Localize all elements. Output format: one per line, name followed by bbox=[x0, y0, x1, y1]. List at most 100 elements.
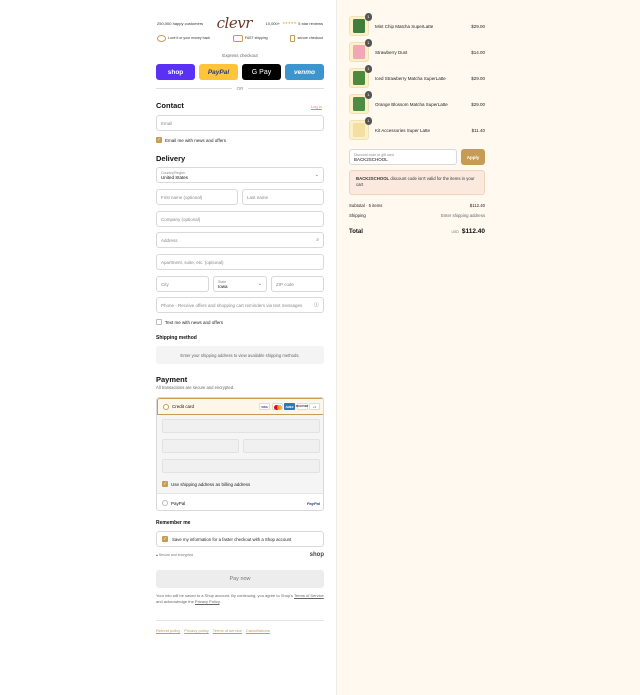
city-field[interactable]: City bbox=[156, 276, 209, 292]
reviews-summary: 10,000+ ★★★★★ 5 star reviews bbox=[266, 21, 323, 26]
chevron-down-icon: ⌄ bbox=[257, 281, 262, 287]
shipping-label: Shipping bbox=[349, 213, 366, 218]
shipping-value: Enter shipping address bbox=[441, 213, 485, 218]
paypal-option[interactable]: PayPal PayPal bbox=[157, 493, 323, 510]
secure-badge: secure checkout bbox=[290, 34, 323, 42]
product-image bbox=[353, 71, 365, 85]
product-image bbox=[353, 45, 365, 59]
total-amount: USD $112.40 bbox=[451, 228, 485, 235]
first-name-field[interactable]: First name (optional) bbox=[156, 189, 238, 205]
brand-logo[interactable]: clevr bbox=[217, 14, 253, 32]
shop-pay-button[interactable]: shop bbox=[156, 64, 195, 80]
item-price: $11.40 bbox=[471, 127, 485, 133]
refund-policy-link[interactable]: Refund policy bbox=[156, 628, 180, 633]
country-select[interactable]: Country/Region United States ⌄ bbox=[156, 167, 324, 183]
terms-link[interactable]: Terms of Service bbox=[294, 593, 324, 598]
privacy-policy-link[interactable]: Privacy policy bbox=[184, 628, 208, 633]
checkmark-icon[interactable]: ✓ bbox=[162, 536, 168, 542]
last-name-field[interactable]: Last name bbox=[242, 189, 324, 205]
state-select[interactable]: State Iowa ⌄ bbox=[213, 276, 267, 292]
quantity-badge: 1 bbox=[364, 91, 372, 99]
expiration-field[interactable] bbox=[162, 439, 239, 453]
apply-discount-button[interactable]: Apply bbox=[461, 149, 485, 165]
checkmark-icon[interactable]: ✓ bbox=[162, 481, 168, 487]
secure-badge-text: secure checkout bbox=[297, 36, 323, 40]
total-row: Total USD $112.40 bbox=[349, 228, 485, 235]
customers-count: 250,000 happy customers bbox=[157, 20, 204, 26]
remember-me-heading: Remember me bbox=[156, 520, 191, 526]
quantity-badge: 1 bbox=[364, 13, 372, 21]
reviews-label: 5 star reviews bbox=[298, 20, 323, 26]
total-label: Total bbox=[349, 228, 363, 235]
product-thumbnail: 1 bbox=[349, 39, 372, 62]
radio-unselected-icon[interactable] bbox=[162, 500, 168, 506]
email-field[interactable]: Email bbox=[156, 115, 324, 131]
heart-icon bbox=[157, 34, 166, 42]
visa-icon: VISA bbox=[259, 403, 270, 410]
radio-selected-icon[interactable] bbox=[163, 403, 169, 410]
footer-links: Refund policy Privacy policy Terms of se… bbox=[156, 628, 270, 633]
venmo-button[interactable]: venmo bbox=[285, 64, 324, 80]
name-on-card-field[interactable] bbox=[162, 459, 320, 473]
paypal-button[interactable]: PayPal bbox=[199, 64, 238, 80]
checkmark-icon[interactable]: ✓ bbox=[156, 137, 162, 143]
zip-field[interactable]: ZIP code bbox=[271, 276, 324, 292]
apartment-field[interactable]: Apartment, suite, etc. (optional) bbox=[156, 254, 324, 270]
paypal-logo-icon: PayPal bbox=[306, 500, 320, 506]
discount-value: BACK2SCHOOL bbox=[354, 156, 388, 162]
credit-card-form: ✓ Use shipping address as billing addres… bbox=[157, 415, 323, 493]
secure-text: Secure and encrypted bbox=[158, 552, 194, 557]
company-field[interactable]: Company (optional) bbox=[156, 211, 324, 227]
legal-line: Your info will be saved to a Shop accoun… bbox=[156, 593, 293, 598]
privacy-link[interactable]: Privacy Policy bbox=[195, 599, 220, 604]
secure-row: 🔒︎ Secure and encrypted shop bbox=[156, 550, 324, 559]
cancellations-link[interactable]: Cancellations bbox=[246, 628, 270, 633]
country-value: United States bbox=[161, 174, 189, 180]
or-text: OR bbox=[236, 85, 244, 91]
item-name: Kit Accessories Super Latte bbox=[375, 127, 431, 133]
subtotal-label: Subtotal · 5 items bbox=[349, 203, 383, 208]
delivery-heading: Delivery bbox=[156, 154, 186, 163]
cart-item: 1 Orange Blossom Matcha SuperLatte $29.0… bbox=[349, 91, 485, 114]
state-value: Iowa bbox=[218, 283, 228, 289]
legal-end: . bbox=[219, 598, 221, 604]
item-price: $29.00 bbox=[471, 75, 485, 81]
legal-text: Your info will be saved to a Shop accoun… bbox=[156, 593, 324, 604]
credit-card-option[interactable]: Credit card VISA AMEX DISCOVER +4 bbox=[157, 398, 323, 415]
quantity-badge: 1 bbox=[364, 65, 372, 73]
security-code-field[interactable] bbox=[243, 439, 320, 453]
footer-divider bbox=[156, 620, 324, 621]
product-image bbox=[353, 19, 365, 33]
credit-card-label: Credit card bbox=[172, 404, 195, 409]
currency-code: USD bbox=[451, 230, 459, 234]
help-icon[interactable]: ⓘ bbox=[314, 302, 319, 309]
remember-me-option[interactable]: ✓ Save my information for a faster check… bbox=[156, 531, 324, 547]
divider-line bbox=[248, 87, 324, 89]
shipping-badge: FAST shipping bbox=[232, 34, 268, 42]
card-number-field[interactable] bbox=[162, 419, 320, 433]
shipping-notice: Enter your shipping address to view avai… bbox=[156, 346, 324, 364]
address-field[interactable]: Address ⌕ bbox=[156, 232, 324, 248]
item-name: Iced Strawberry Matcha SuperLatte bbox=[375, 75, 446, 81]
search-icon: ⌕ bbox=[316, 237, 319, 243]
text-news-checkbox-row[interactable]: Text me with news and offers bbox=[156, 318, 223, 326]
pay-now-button[interactable]: Pay now bbox=[156, 570, 324, 588]
checkbox-icon[interactable] bbox=[156, 319, 162, 325]
item-price: $14.00 bbox=[471, 49, 485, 55]
discount-error-message: BACK2SCHOOL discount code isn't valid fo… bbox=[349, 170, 485, 195]
quantity-badge: 1 bbox=[364, 117, 372, 125]
terms-of-service-link[interactable]: Terms of service bbox=[213, 628, 242, 633]
billing-same-checkbox-row[interactable]: ✓ Use shipping address as billing addres… bbox=[162, 480, 250, 488]
star-rating-icon: ★★★★★ bbox=[282, 21, 297, 25]
google-pay-button[interactable]: G Pay bbox=[242, 64, 281, 80]
phone-field[interactable]: Phone - Receive offers and shopping cart… bbox=[156, 297, 324, 313]
cart-item: 1 Iced Strawberry Matcha SuperLatte $29.… bbox=[349, 65, 485, 88]
item-name: Orange Blossom Matcha SuperLatte bbox=[375, 101, 448, 107]
billing-same-label: Use shipping address as billing address bbox=[171, 481, 251, 487]
discount-code-field[interactable]: Discount code or gift card BACK2SCHOOL bbox=[349, 149, 457, 165]
truck-icon bbox=[232, 34, 243, 42]
subtotal-row: Subtotal · 5 items $112.40 bbox=[349, 203, 485, 208]
email-news-checkbox-row[interactable]: ✓ Email me with news and offers bbox=[156, 136, 226, 144]
amex-icon: AMEX bbox=[284, 403, 295, 410]
login-link[interactable]: Log in bbox=[311, 104, 322, 109]
